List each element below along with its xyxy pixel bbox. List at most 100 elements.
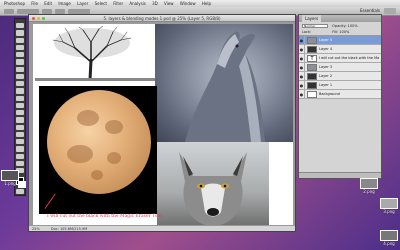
desktop-file-icon[interactable]: 4.png <box>380 230 398 246</box>
file-thumbnail <box>360 178 378 189</box>
layers-controls-row: Normal Opacity: 100% <box>302 24 358 28</box>
lock-label: Lock: <box>302 30 312 34</box>
moon <box>47 90 151 194</box>
option-control[interactable] <box>17 8 39 14</box>
menu-help[interactable]: Help <box>202 1 211 6</box>
layer-row[interactable]: ● Layer 2 <box>299 71 381 81</box>
eye-icon[interactable]: ● <box>299 44 305 54</box>
menu-layer[interactable]: Layer <box>77 1 88 6</box>
pen-tool-icon[interactable] <box>16 124 24 130</box>
layer-row[interactable]: ● Background <box>299 89 381 99</box>
menu-analysis[interactable]: Analysis <box>129 1 145 6</box>
eye-icon[interactable]: ● <box>299 62 305 72</box>
document-title-bar: 5. layers & blending modes 1.psd @ 25% (… <box>29 15 295 22</box>
type-tool-icon[interactable] <box>16 131 24 137</box>
layers-panel-tabs: Layers <box>299 15 381 22</box>
layer-row[interactable]: ● Layer 5 <box>299 35 381 45</box>
history-brush-tool-icon[interactable] <box>16 88 24 94</box>
crop-tool-icon[interactable] <box>16 52 24 58</box>
zoom-window-icon[interactable] <box>42 17 45 20</box>
eye-icon[interactable]: ● <box>299 71 305 81</box>
layer-name: I will cut out the black with the Magic … <box>319 56 379 60</box>
howling-wolf-illustration <box>185 31 265 142</box>
dodge-tool-icon[interactable] <box>16 117 24 123</box>
zoom-level[interactable]: 25% <box>32 227 40 231</box>
layer-row[interactable]: ● Layer 3 <box>299 62 381 72</box>
blend-mode-select[interactable]: Normal <box>302 24 328 28</box>
moon-crater <box>77 110 99 126</box>
layer-row[interactable]: ● Layer 1 <box>299 80 381 90</box>
gradient-tool-icon[interactable] <box>16 102 24 108</box>
layer-name: Layer 3 <box>319 65 333 69</box>
text-layer-icon: T <box>307 54 317 62</box>
desktop-file-icon[interactable]: 1.png <box>1 170 19 186</box>
desktop-file-icon[interactable]: 3.png <box>380 198 398 214</box>
menu-select[interactable]: Select <box>95 1 107 6</box>
canvas[interactable]: I will cut out the black with the Magic … <box>33 24 293 226</box>
blur-tool-icon[interactable] <box>16 110 24 116</box>
layer-row[interactable]: ● Layer 4 <box>299 44 381 54</box>
workspace-label[interactable]: Essentials <box>360 8 380 13</box>
3d-tool-icon[interactable] <box>16 153 24 159</box>
layer-name: Layer 4 <box>319 47 333 51</box>
option-control[interactable] <box>42 8 52 14</box>
eye-icon[interactable]: ● <box>299 35 305 45</box>
window-controls <box>32 17 47 20</box>
status-bar: 25% Doc: 105.6M/215.9M <box>29 225 295 231</box>
minimize-window-icon[interactable] <box>37 17 40 20</box>
lasso-tool-icon[interactable] <box>16 37 24 43</box>
desktop-file-icon[interactable]: 2.png <box>360 178 378 194</box>
file-thumbnail <box>1 170 19 181</box>
option-control[interactable] <box>68 8 90 14</box>
fill-value[interactable]: 100% <box>339 30 349 34</box>
move-tool-icon[interactable] <box>16 23 24 29</box>
close-window-icon[interactable] <box>32 17 35 20</box>
magic-wand-tool-icon[interactable] <box>16 44 24 50</box>
menu-3d[interactable]: 3D <box>152 1 158 6</box>
healing-brush-tool-icon[interactable] <box>16 66 24 72</box>
quick-mask-icon[interactable] <box>16 188 24 194</box>
menu-view[interactable]: View <box>164 1 174 6</box>
workspace-button[interactable] <box>384 8 396 14</box>
eraser-tool-icon[interactable] <box>16 95 24 101</box>
eye-icon[interactable]: ● <box>299 80 305 90</box>
menu-file[interactable]: File <box>31 1 38 6</box>
layers-controls-row: Lock: Fill: 100% <box>302 30 349 34</box>
desktop-file-label: 4.png <box>383 241 395 246</box>
layer-thumbnail <box>307 81 317 89</box>
menu-edit[interactable]: Edit <box>44 1 52 6</box>
desktop-file-label: 1.png <box>4 181 16 186</box>
menu-bar: Photoshop File Edit Image Layer Select F… <box>0 0 400 7</box>
clone-stamp-tool-icon[interactable] <box>16 81 24 87</box>
opacity-value[interactable]: 100% <box>348 24 358 28</box>
moon-crater <box>91 170 103 180</box>
moon-crater <box>107 152 121 164</box>
marquee-tool-icon[interactable] <box>16 30 24 36</box>
moon-crater <box>67 145 93 163</box>
file-thumbnail <box>380 230 398 241</box>
menu-filter[interactable]: Filter <box>113 1 123 6</box>
layer-thumbnail <box>307 63 317 71</box>
opacity-label: Opacity: <box>332 24 347 28</box>
tab-layers[interactable]: Layers <box>302 15 322 22</box>
tool-preset-picker[interactable] <box>4 8 14 14</box>
shape-tool-icon[interactable] <box>16 146 24 152</box>
desktop-file-label: 2.png <box>363 189 375 194</box>
menu-photoshop[interactable]: Photoshop <box>4 1 25 6</box>
brush-tool-icon[interactable] <box>16 73 24 79</box>
layer-row[interactable]: ● T I will cut out the black with the Ma… <box>299 53 381 63</box>
option-control[interactable] <box>55 8 65 14</box>
menu-image[interactable]: Image <box>58 1 71 6</box>
tree-image <box>35 25 155 82</box>
layer-thumbnail <box>307 45 317 53</box>
eye-icon[interactable]: ● <box>299 53 305 63</box>
background-color-swatch[interactable] <box>18 180 26 188</box>
layer-name: Layer 2 <box>319 74 333 78</box>
path-selection-tool-icon[interactable] <box>16 139 24 145</box>
hand-tool-icon[interactable] <box>16 160 24 166</box>
eye-icon[interactable]: ● <box>299 89 305 99</box>
eyedropper-tool-icon[interactable] <box>16 59 24 65</box>
layers-controls: Normal Opacity: 100% Lock: Fill: 100% <box>299 22 381 36</box>
tree-illustration <box>35 25 155 82</box>
menu-window[interactable]: Window <box>180 1 196 6</box>
